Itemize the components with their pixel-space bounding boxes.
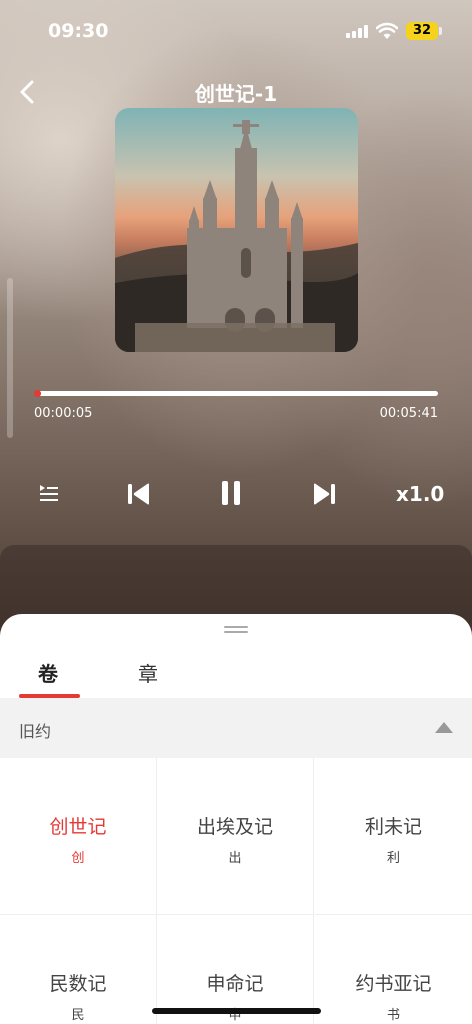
battery-icon: 32: [406, 22, 438, 40]
book-cell[interactable]: 创世记 创: [0, 758, 157, 915]
tab-volume[interactable]: 卷: [38, 658, 58, 687]
book-cell[interactable]: 利未记 利: [315, 758, 472, 915]
book-cell[interactable]: 民数记 民: [0, 915, 157, 1024]
book-abbr: 民: [71, 1008, 85, 1023]
section-label: 旧约: [19, 722, 52, 741]
book-selector-sheet: 卷 章 旧约 创世记 创 出埃及记 出 利未记 利 民数记 民 申命记 申 约书…: [0, 614, 472, 1024]
album-cover: [115, 108, 358, 352]
book-abbr: 利: [386, 851, 400, 866]
book-cell[interactable]: 出埃及记 出: [157, 758, 314, 915]
progress-bar[interactable]: [35, 391, 438, 396]
current-time: 00:00:05: [34, 406, 93, 421]
signal-icon: [346, 25, 368, 38]
book-name: 创世记: [49, 816, 107, 838]
previous-icon[interactable]: [126, 481, 152, 507]
book-cell[interactable]: 约书亚记 书: [315, 915, 472, 1024]
wifi-icon: [376, 22, 398, 39]
book-abbr: 出: [228, 851, 242, 866]
status-time: 09:30: [48, 20, 109, 42]
book-abbr: 书: [386, 1008, 400, 1023]
total-time: 00:05:41: [379, 406, 438, 421]
book-name: 申命记: [206, 973, 264, 995]
sheet-drag-handle[interactable]: [224, 626, 248, 634]
status-bar: 09:30 32: [0, 0, 472, 60]
progress-handle[interactable]: [34, 390, 41, 397]
book-abbr: 创: [71, 851, 85, 866]
book-name: 出埃及记: [196, 816, 273, 838]
side-scroll-indicator: [7, 278, 13, 438]
tab-chapter[interactable]: 章: [138, 658, 158, 687]
pause-icon[interactable]: [219, 479, 243, 507]
section-header-old-testament[interactable]: 旧约: [0, 698, 472, 758]
book-name: 民数记: [49, 973, 107, 995]
home-indicator: [152, 1008, 321, 1014]
playlist-icon[interactable]: [38, 483, 60, 503]
next-icon[interactable]: [311, 481, 337, 507]
page-title: 创世记-1: [194, 82, 278, 106]
collapse-arrow-icon[interactable]: [435, 722, 453, 733]
book-name: 利未记: [364, 816, 422, 838]
playback-speed-button[interactable]: x1.0: [396, 482, 444, 506]
book-name: 约书亚记: [355, 973, 432, 995]
battery-tip: [439, 27, 442, 35]
